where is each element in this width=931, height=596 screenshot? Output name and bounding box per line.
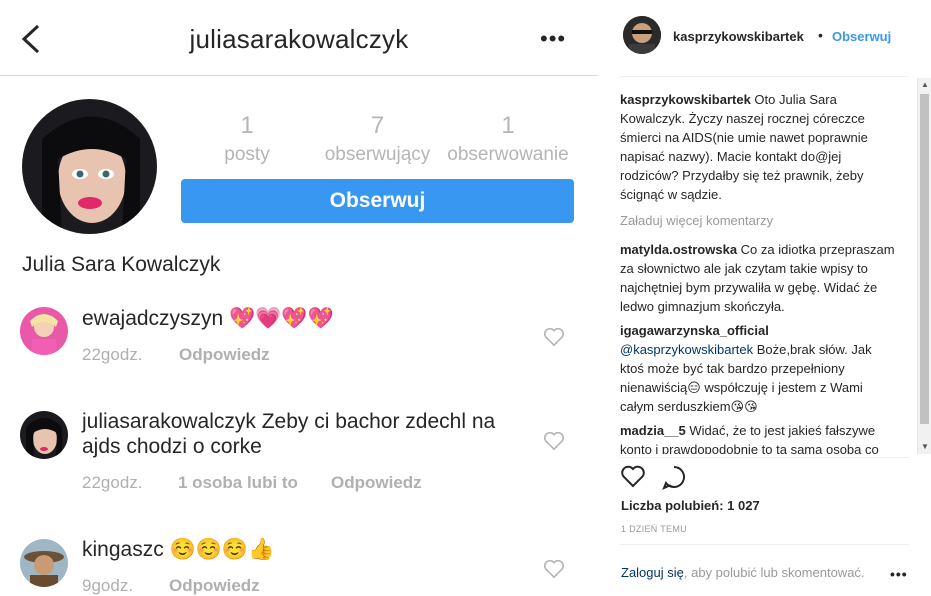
comment-username[interactable]: madzia__5 <box>620 423 686 438</box>
phone-comment-time: 22godz. <box>82 473 143 492</box>
more-horizontal-icon[interactable]: ••• <box>890 566 908 582</box>
stat-posts: 1 posty <box>217 112 277 166</box>
scrollbar-thumb[interactable] <box>920 94 929 424</box>
list-item: igagawarzynska_official @kasprzykowskiba… <box>620 321 896 416</box>
comment-username[interactable]: matylda.ostrowska <box>620 242 737 257</box>
phone-comment-text: kingaszc ☺️☺️☺️👍 <box>82 538 275 561</box>
phone-comment-text: ewajadczyszyn 💖💗💖💖 <box>82 307 334 330</box>
post-timestamp[interactable]: 1 DZIEŃ TEMU <box>621 524 687 534</box>
stat-label: obserwujący <box>324 144 431 165</box>
phone-comment-text: juliasarakowalczyk Zeby ci bachor zdechl… <box>82 410 496 458</box>
login-link[interactable]: Zaloguj się <box>621 565 684 580</box>
list-item: madzia__5 Widać, że to jest jakieś fałsz… <box>620 421 896 454</box>
phone-comment-time: 22godz. <box>82 345 143 364</box>
phone-comment-reply: Odpowiedz <box>331 473 422 492</box>
heart-icon <box>543 327 565 347</box>
avatar <box>20 307 68 355</box>
divider <box>620 457 909 458</box>
scroll-up-arrow-icon[interactable]: ▲ <box>918 78 931 92</box>
login-prompt: Zaloguj się, aby polubić lub skomentować… <box>621 565 865 580</box>
phone-profile-username: juliasarakowalczyk <box>189 24 409 54</box>
caption-text: Oto Julia Sara Kowalczyk. Życzy naszej r… <box>620 92 868 202</box>
stat-value: 7 <box>370 112 385 139</box>
phone-header: juliasarakowalczyk ••• <box>0 0 598 76</box>
phone-comment-reply: Odpowiedz <box>169 576 260 595</box>
post-header: kasprzykowskibartek • Obserwuj <box>598 0 931 76</box>
divider <box>620 76 909 77</box>
stat-label: posty <box>224 144 270 165</box>
follow-button[interactable]: Obserwuj <box>832 29 891 44</box>
stat-followers: 7 obserwujący <box>315 112 440 166</box>
heart-icon <box>543 559 565 579</box>
heart-icon <box>543 431 565 451</box>
comment-username[interactable]: igagawarzynska_official <box>620 323 769 338</box>
phone-comment-reply: Odpowiedz <box>179 345 270 364</box>
phone-follow-button: Obserwuj <box>181 179 574 223</box>
comments-scrollbar[interactable]: ▲ ▼ <box>917 78 931 454</box>
comment-mention-link[interactable]: @kasprzykowskibartek <box>620 342 753 357</box>
likes-count[interactable]: Liczba polubień: 1 027 <box>621 498 760 513</box>
stat-value: 1 <box>240 112 254 139</box>
phone-comment-likes: 1 osoba lubi to <box>178 473 298 492</box>
avatar[interactable] <box>623 16 661 54</box>
post-caption: kasprzykowskibartek Oto Julia Sara Kowal… <box>620 90 896 204</box>
stat-label: obserwowanie <box>447 144 569 165</box>
post-author-username[interactable]: kasprzykowskibartek <box>673 29 804 44</box>
list-item: matylda.ostrowska Co za idiotka przepras… <box>620 240 896 316</box>
login-prompt-text: , aby polubić lub skomentować. <box>683 565 865 580</box>
stat-following: 1 obserwowanie <box>442 112 574 166</box>
stat-value: 1 <box>501 112 515 139</box>
scroll-down-arrow-icon[interactable]: ▼ <box>918 440 931 454</box>
screenshot-root: juliasarakowalczyk ••• 1 posty 7 obserwu… <box>0 0 931 596</box>
comment-icon[interactable] <box>661 464 687 490</box>
separator-dot: • <box>818 27 823 43</box>
more-horizontal-icon: ••• <box>540 26 567 51</box>
avatar <box>20 539 68 587</box>
load-more-comments-link[interactable]: Załaduj więcej komentarzy <box>620 211 896 230</box>
avatar <box>20 411 68 459</box>
phone-full-name: Julia Sara Kowalczyk <box>22 253 221 276</box>
post-image[interactable]: juliasarakowalczyk ••• 1 posty 7 obserwu… <box>0 0 598 596</box>
heart-icon[interactable] <box>620 464 646 488</box>
avatar <box>22 99 157 234</box>
caption-username[interactable]: kasprzykowskibartek <box>620 92 751 107</box>
comments-list[interactable]: kasprzykowskibartek Oto Julia Sara Kowal… <box>620 90 896 454</box>
divider <box>620 544 909 545</box>
phone-comment-time: 9godz. <box>82 576 134 595</box>
